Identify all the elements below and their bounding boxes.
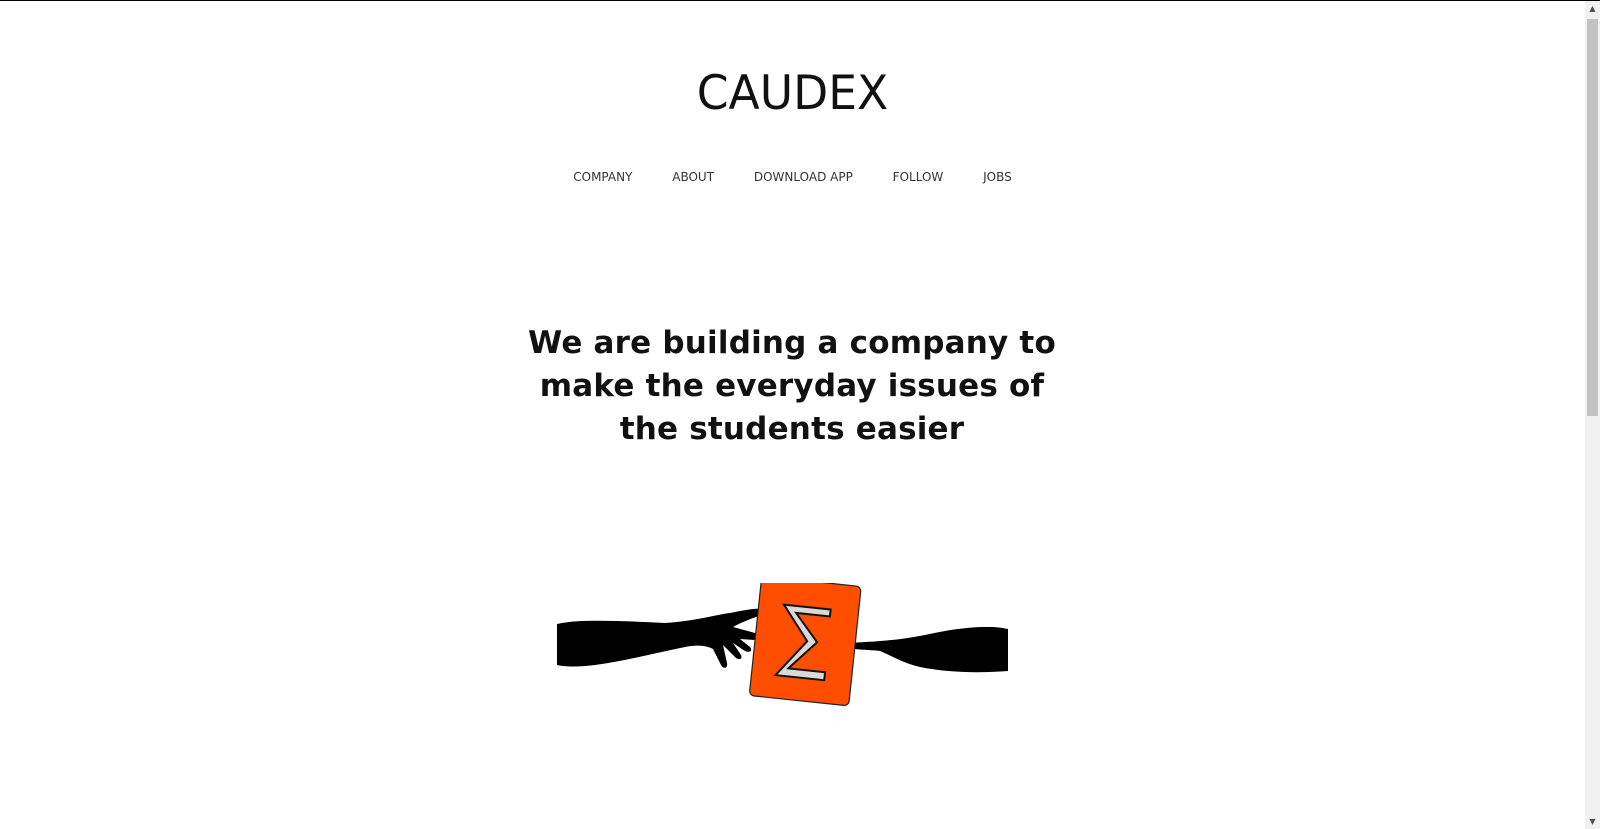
right-hand-icon bbox=[853, 624, 1009, 673]
scrollbar-thumb[interactable] bbox=[1587, 19, 1598, 416]
nav-item-about[interactable]: ABOUT bbox=[672, 170, 714, 184]
nav-item-download-app[interactable]: DOWNLOAD APP bbox=[754, 170, 853, 184]
site-logo[interactable]: CAUDEX bbox=[24, 66, 1561, 121]
scroll-up-icon[interactable]: ▲ bbox=[1585, 1, 1600, 16]
page: CAUDEX COMPANY ABOUT DOWNLOAD APP FOLLOW… bbox=[0, 0, 1585, 829]
nav-item-jobs[interactable]: JOBS bbox=[983, 170, 1012, 184]
nav-item-company[interactable]: COMPANY bbox=[573, 170, 632, 184]
main-nav: COMPANY ABOUT DOWNLOAD APP FOLLOW JOBS bbox=[0, 170, 1585, 184]
hands-with-sigma-icon bbox=[555, 576, 1010, 723]
page-scrollbar[interactable]: ▲ ▼ bbox=[1585, 1, 1600, 829]
nav-item-follow[interactable]: FOLLOW bbox=[893, 170, 944, 184]
scroll-down-icon[interactable]: ▼ bbox=[1585, 814, 1600, 829]
hero-headline: We are building a company to make the ev… bbox=[528, 324, 1056, 447]
sigma-card-icon bbox=[749, 576, 862, 707]
left-hand-icon bbox=[556, 608, 760, 668]
